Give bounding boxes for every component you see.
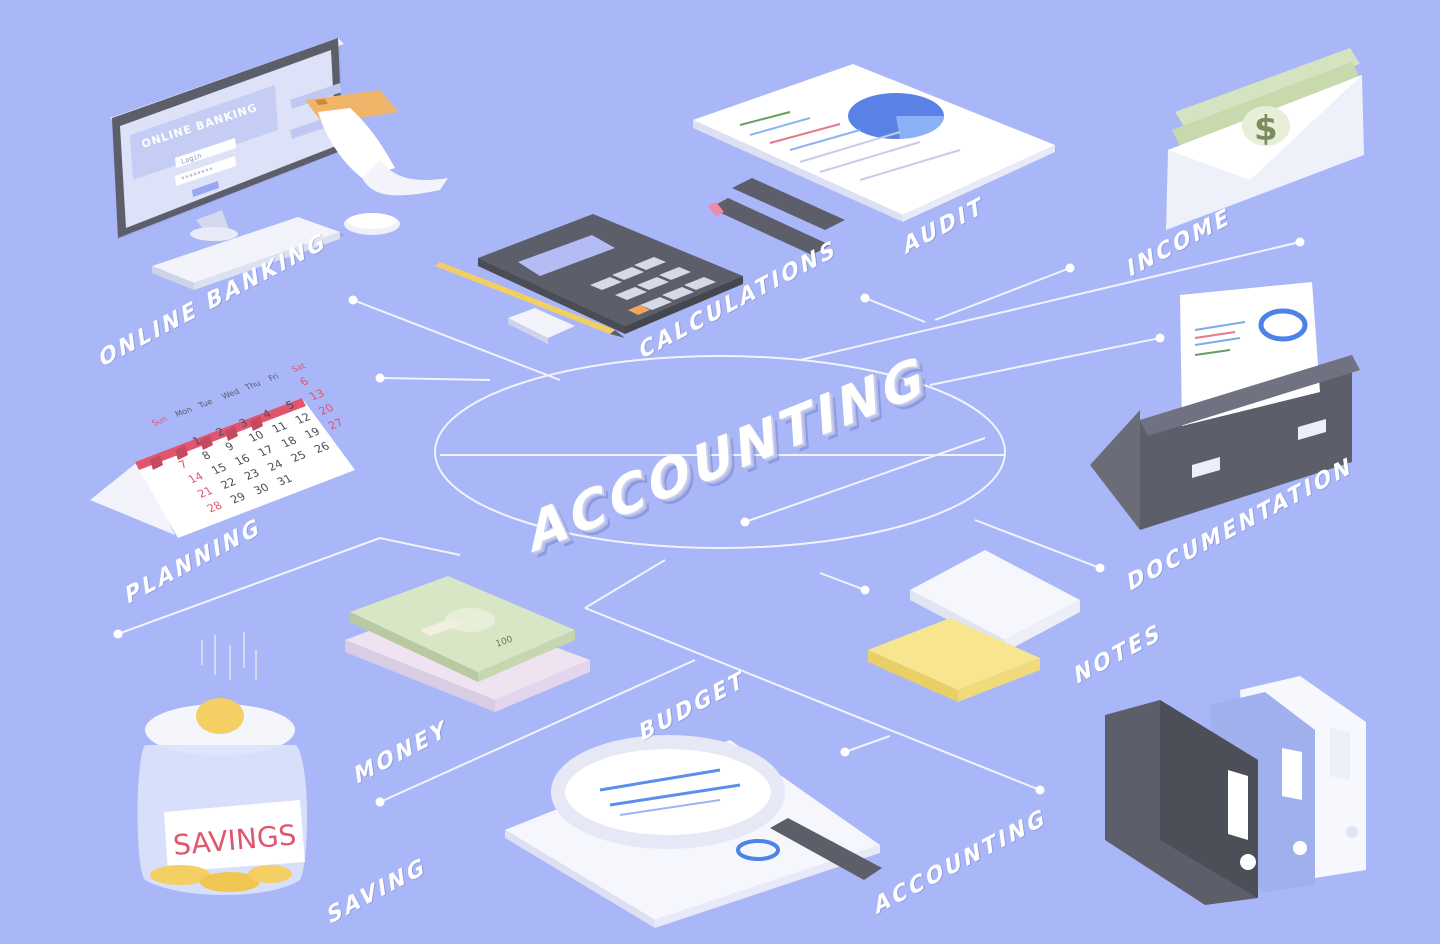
income-envelope-icon: $ <box>1166 48 1364 230</box>
monitor-icon: ONLINE BANKING Login ******** <box>110 38 345 241</box>
binder-label <box>1228 770 1248 840</box>
money-stack-icon: 100 <box>345 576 590 712</box>
magnifier-lens-icon <box>551 735 785 849</box>
binders-icon <box>1105 676 1366 905</box>
receipt-icon <box>318 108 448 196</box>
audit-report-icon <box>693 64 1058 222</box>
notes-icon <box>868 550 1080 702</box>
falling-lines-icon <box>201 632 257 680</box>
dollar-sign: $ <box>1254 109 1278 149</box>
budget-report-icon <box>505 735 882 928</box>
accounting-infographic: ONLINE BANKING Login ******** $ 100 SAVI… <box>0 0 1440 944</box>
mouse-icon <box>344 213 400 235</box>
